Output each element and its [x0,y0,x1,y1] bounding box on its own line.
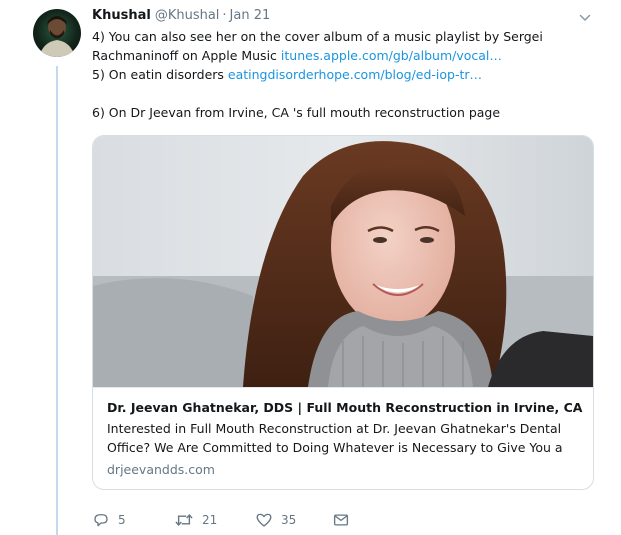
card-description: Interested in Full Mouth Reconstruction … [107,419,579,457]
reply-icon [94,514,108,527]
envelope-icon [333,514,349,526]
thread-connector-line [56,66,58,535]
tweet-line-text: 5) On eatin disorders [92,67,228,82]
card-image[interactable] [93,136,593,387]
retweet-count: 21 [202,513,218,527]
woman-portrait-photo [93,136,593,387]
reply-count: 5 [118,513,126,527]
tweet-line: 6) On Dr Jeevan from Irvine, CA 's full … [92,105,501,120]
avatar[interactable] [33,9,81,57]
avatar-photo [39,16,75,57]
header-separator: · [222,8,227,23]
chevron-down-icon [579,14,591,21]
card-title: Dr. Jeevan Ghatnekar, DDS | Full Mouth R… [107,400,583,415]
card-body[interactable]: Dr. Jeevan Ghatnekar, DDS | Full Mouth R… [93,387,593,489]
link-preview-card[interactable]: Dr. Jeevan Ghatnekar, DDS | Full Mouth R… [92,135,594,490]
card-domain: drjeevandds.com [107,462,215,477]
tweet-text: 4) You can also see her on the cover alb… [92,27,562,122]
author-name[interactable]: Khushal [92,8,151,23]
card-description-line: Interested in Full Mouth Reconstruction … [107,421,562,436]
author-handle[interactable]: @Khushal [155,8,220,23]
tweet-actions: 5 21 35 [92,507,392,533]
like-button[interactable]: 35 [255,507,296,533]
heart-icon [256,513,272,527]
tweet-menu-button[interactable] [578,10,592,24]
tweet-line: Rachmaninoff on Apple Music itunes.apple… [92,46,562,65]
tweet-header: Khushal @Khushal · Jan 21 [92,7,270,25]
tweet-line: 5) On eatin disorders eatingdisorderhope… [92,65,562,84]
tweet-line-text: Rachmaninoff on Apple Music [92,48,281,63]
tweet-timestamp[interactable]: Jan 21 [230,8,271,23]
reply-button[interactable]: 5 [92,507,126,533]
retweet-icon [175,514,193,526]
eating-disorder-link[interactable]: eatingdisorderhope.com/blog/ed-iop-tr… [228,67,482,82]
card-description-line: Office? We Are Committed to Doing Whatev… [107,440,563,455]
like-count: 35 [281,513,297,527]
direct-message-button[interactable] [332,507,358,533]
retweet-button[interactable]: 21 [174,507,217,533]
tweet-line: 4) You can also see her on the cover alb… [92,29,543,44]
itunes-link[interactable]: itunes.apple.com/gb/album/vocal… [281,48,502,63]
